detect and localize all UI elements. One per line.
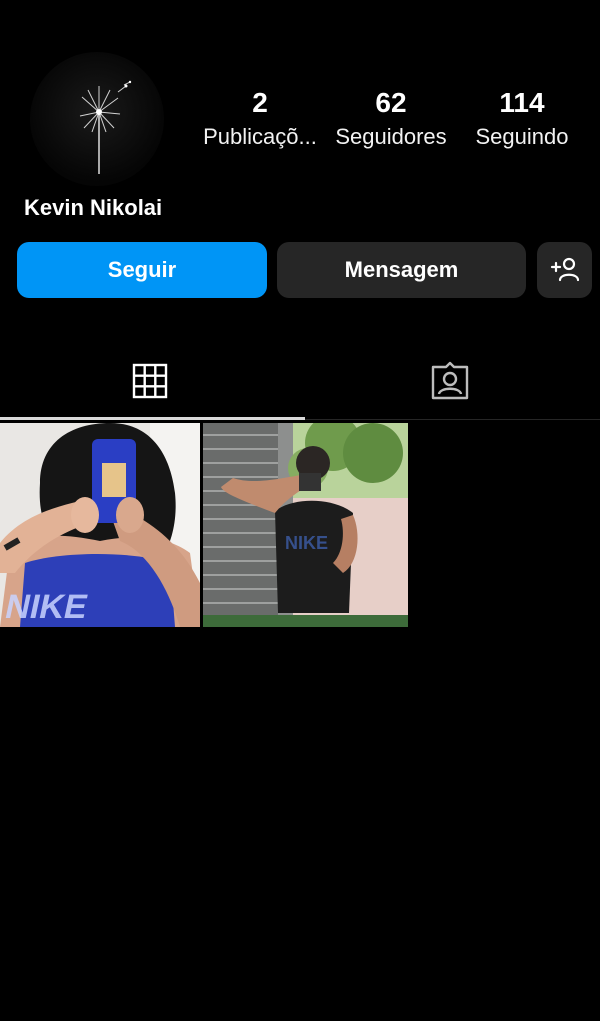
suggest-people-button[interactable] [537, 242, 592, 298]
avatar[interactable] [30, 52, 164, 186]
tab-posts-grid[interactable] [0, 342, 300, 420]
dandelion-avatar-image [79, 80, 132, 174]
svg-text:NIKE: NIKE [285, 533, 328, 553]
person-add-icon [550, 257, 579, 282]
stat-following[interactable]: 114 Seguindo [458, 84, 586, 164]
followers-count: 62 [375, 87, 407, 118]
followers-label: Seguidores [335, 124, 447, 149]
posts-label: Publicaçõ... [203, 124, 317, 149]
tagged-icon [431, 361, 469, 400]
post-thumbnail[interactable]: NIKE [0, 423, 200, 627]
message-button[interactable]: Mensagem [277, 242, 526, 298]
following-label: Seguindo [475, 124, 569, 149]
post-photo-1: NIKE [0, 423, 200, 627]
posts-grid: NIKE NIKE [0, 423, 408, 627]
grid-icon [132, 363, 168, 399]
svg-text:NIKE: NIKE [2, 588, 91, 626]
post-thumbnail[interactable]: NIKE [203, 423, 408, 627]
selected-tab-indicator [0, 417, 305, 420]
profile-name: Kevin Nikolai [24, 195, 163, 220]
follow-button[interactable]: Seguir [17, 242, 267, 298]
stat-followers[interactable]: 62 Seguidores [327, 84, 455, 164]
stat-posts[interactable]: 2 Publicaçõ... [196, 84, 324, 164]
following-count: 114 [499, 87, 545, 118]
profile-page: 2 Publicaçõ... 62 Seguidores 114 Seguind… [0, 0, 600, 1021]
profile-tabs [0, 342, 600, 420]
posts-count: 2 [252, 87, 268, 118]
post-photo-2: NIKE [203, 423, 408, 627]
tab-tagged[interactable] [300, 342, 600, 420]
profile-stats: 2 Publicaçõ... 62 Seguidores 114 Seguind… [196, 84, 586, 164]
